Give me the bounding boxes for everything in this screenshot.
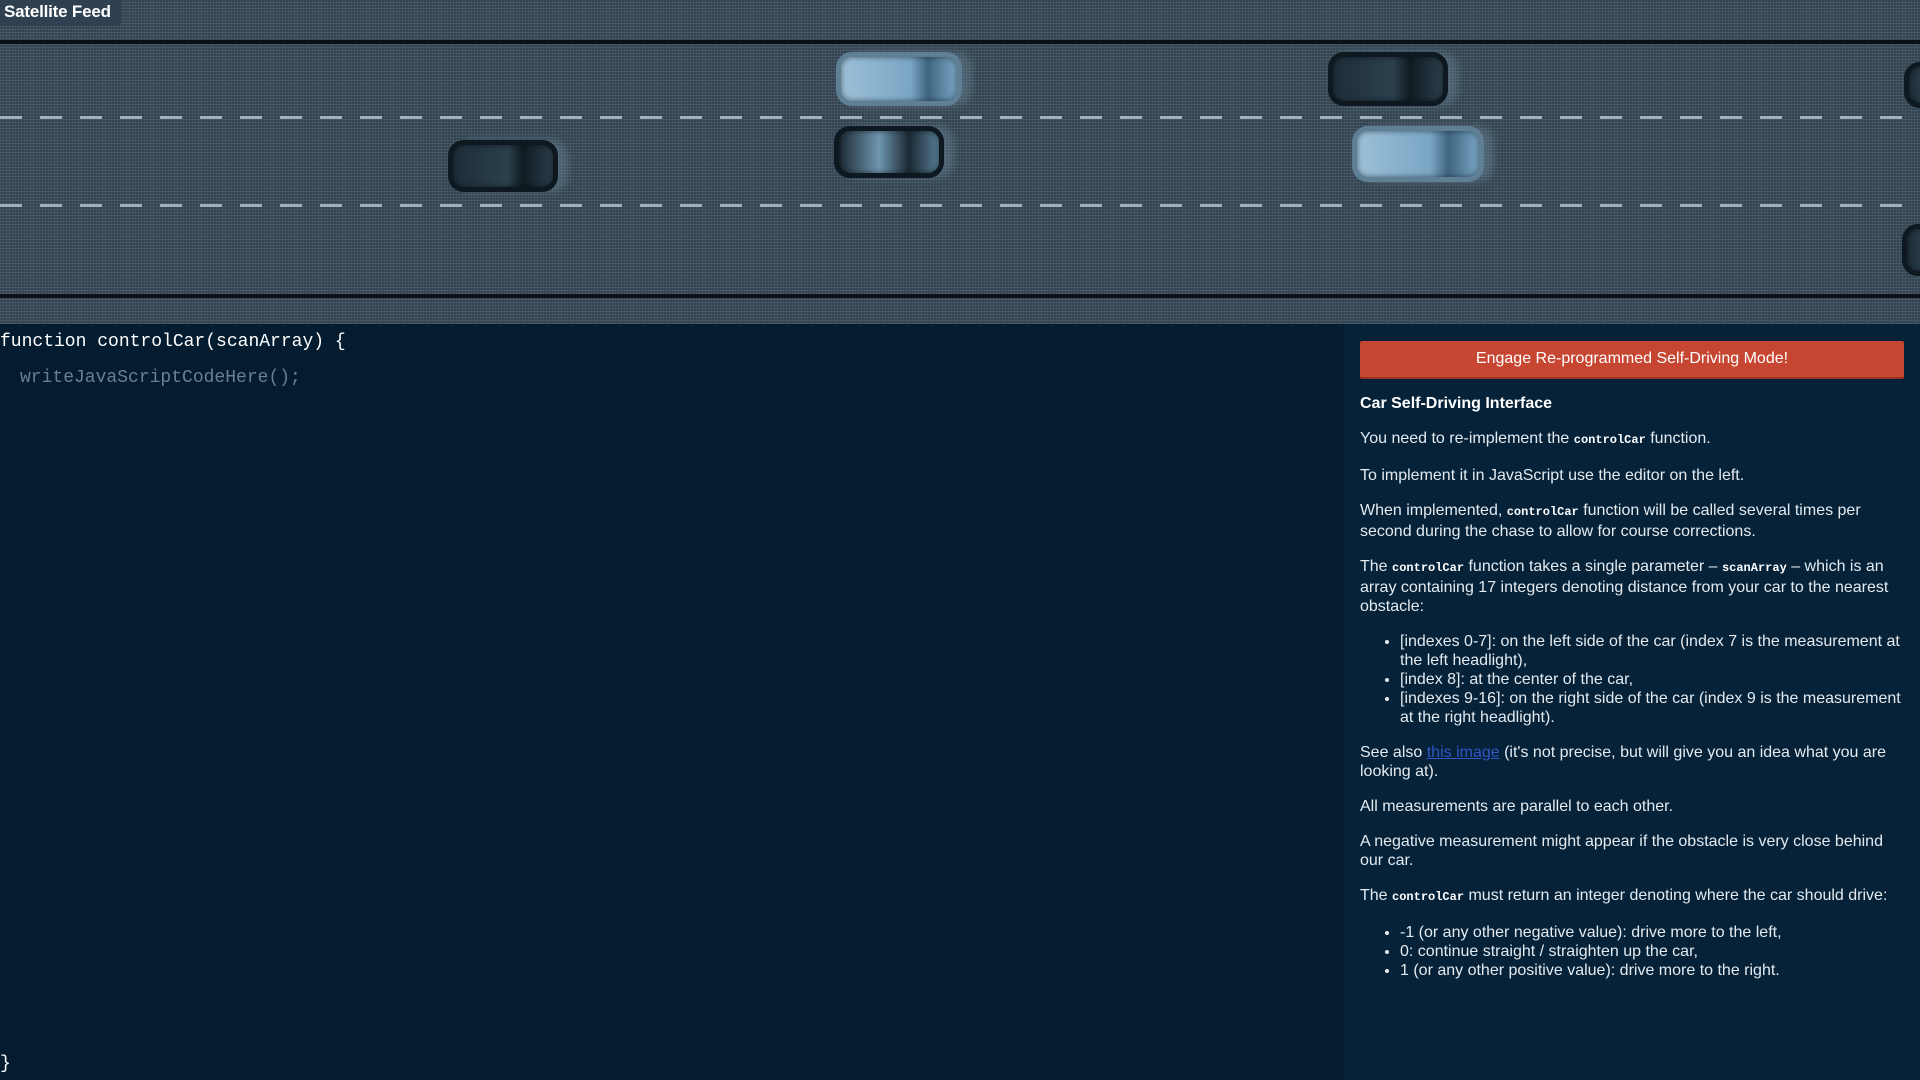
code-function-footer: } [0, 1054, 11, 1074]
road-edge-bottom [0, 294, 1920, 298]
instruction-paragraph: You need to re-implement the controlCar … [1360, 429, 1904, 450]
car-obstacle-partial [1904, 62, 1920, 108]
inline-code: controlCar [1392, 561, 1465, 575]
text-fragment: must return an integer denoting where th… [1464, 887, 1888, 904]
list-item: -1 (or any other negative value): drive … [1400, 923, 1904, 942]
code-function-header: function controlCar(scanArray) { [0, 332, 346, 352]
satellite-feed-title: Satellite Feed [0, 0, 121, 26]
car-obstacle [834, 126, 944, 178]
instructions-panel: Engage Re-programmed Self-Driving Mode! … [1344, 324, 1920, 1080]
instruction-paragraph: The controlCar must return an integer de… [1360, 886, 1904, 907]
instruction-paragraph: See also this image (it's not precise, b… [1360, 743, 1904, 781]
scan-array-index-list: [indexes 0-7]: on the left side of the c… [1400, 632, 1904, 727]
lane-marking-lower [0, 204, 1920, 207]
instruction-paragraph: A negative measurement might appear if t… [1360, 833, 1883, 869]
panel-title: Car Self-Driving Interface [1360, 395, 1553, 412]
list-item: 0: continue straight / straighten up the… [1400, 942, 1904, 961]
code-input-placeholder[interactable]: writeJavaScriptCodeHere(); [20, 368, 301, 388]
instruction-paragraph: All measurements are parallel to each ot… [1360, 798, 1674, 815]
car-player [1352, 126, 1484, 182]
text-fragment: function takes a single parameter – [1464, 558, 1722, 575]
inline-code: scanArray [1721, 561, 1787, 575]
satellite-feed: Satellite Feed [0, 0, 1920, 324]
instruction-paragraph: The controlCar function takes a single p… [1360, 557, 1904, 616]
inline-code: controlCar [1573, 433, 1646, 447]
engage-self-driving-button[interactable]: Engage Re-programmed Self-Driving Mode! [1360, 341, 1904, 379]
text-fragment: See also [1360, 744, 1427, 761]
inline-code: controlCar [1392, 890, 1465, 904]
instruction-paragraph: To implement it in JavaScript use the ed… [1360, 467, 1745, 484]
text-fragment: When implemented, [1360, 502, 1507, 519]
text-fragment: You need to re-implement the [1360, 430, 1574, 447]
list-item: [index 8]: at the center of the car, [1400, 670, 1904, 689]
list-item: [indexes 9-16]: on the right side of the… [1400, 689, 1904, 727]
lane-marking-upper [0, 116, 1920, 119]
car-obstacle [448, 140, 558, 192]
list-item: 1 (or any other positive value): drive m… [1400, 961, 1904, 980]
return-value-list: -1 (or any other negative value): drive … [1400, 923, 1904, 980]
text-fragment: The [1360, 887, 1393, 904]
text-fragment: function. [1645, 430, 1711, 447]
list-item: [indexes 0-7]: on the left side of the c… [1400, 632, 1904, 670]
car-obstacle [836, 52, 962, 106]
road-edge-top [0, 40, 1920, 44]
text-fragment: The [1360, 558, 1393, 575]
instruction-paragraph: When implemented, controlCar function wi… [1360, 501, 1904, 541]
this-image-link[interactable]: this image [1427, 744, 1500, 761]
car-obstacle [1328, 52, 1448, 106]
code-editor[interactable]: function controlCar(scanArray) { writeJa… [0, 324, 1344, 1080]
car-obstacle-partial [1902, 224, 1920, 276]
inline-code: controlCar [1506, 505, 1579, 519]
